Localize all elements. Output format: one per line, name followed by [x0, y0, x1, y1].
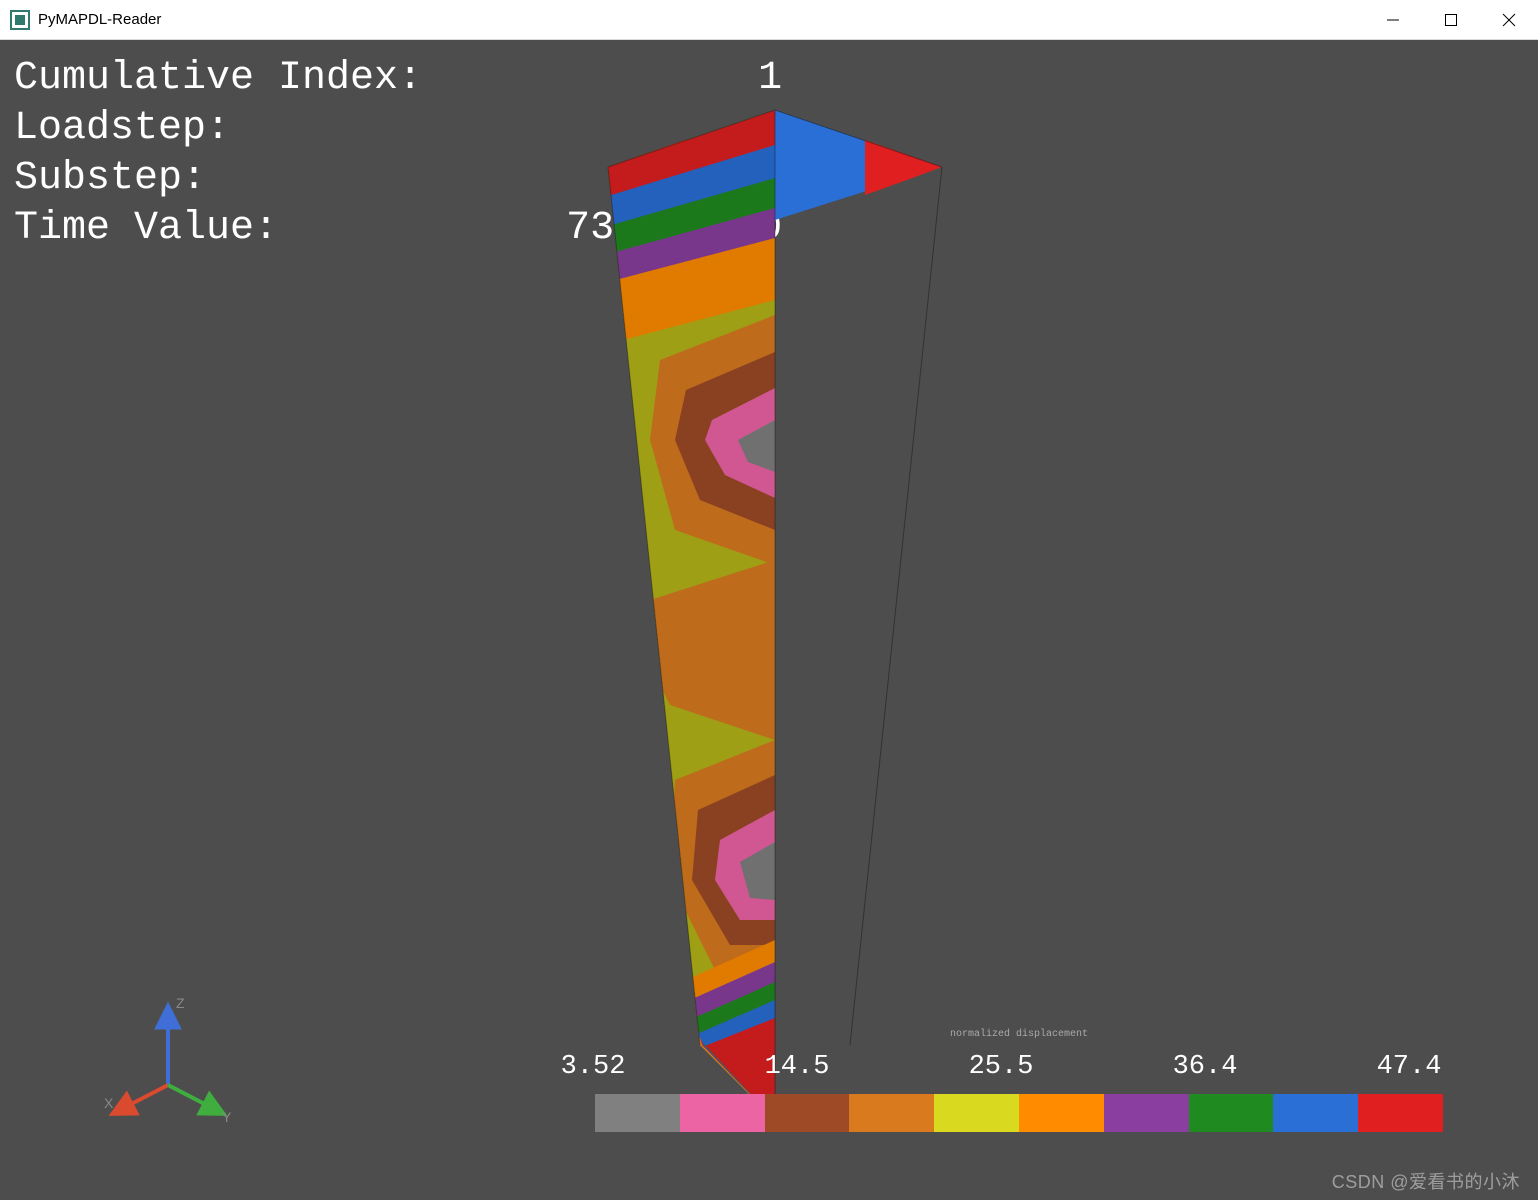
scalar-swatch: [765, 1094, 850, 1132]
scalar-tick: 14.5: [727, 1052, 867, 1082]
info-row: Cumulative Index: 1: [14, 54, 782, 104]
maximize-button[interactable]: [1422, 0, 1480, 40]
scalar-swatch: [1104, 1094, 1189, 1132]
scalar-swatch: [1189, 1094, 1274, 1132]
scalar-tick: 47.4: [1339, 1052, 1479, 1082]
scalar-swatch: [1019, 1094, 1104, 1132]
scalar-swatch: [680, 1094, 765, 1132]
minimize-button[interactable]: [1364, 0, 1422, 40]
window-title: PyMAPDL-Reader: [38, 11, 161, 28]
watermark: CSDN @爱看书的小沐: [1332, 1168, 1520, 1194]
fem-model: [580, 100, 970, 1120]
scalar-tick: 3.52: [523, 1052, 663, 1082]
app-icon: [10, 10, 30, 30]
axis-y-label: Y: [222, 1109, 232, 1125]
scalar-swatch: [1358, 1094, 1443, 1132]
render-viewport[interactable]: Cumulative Index: 1Loadstep: 1Substep: 1…: [0, 40, 1538, 1200]
scalar-swatch: [595, 1094, 680, 1132]
scalar-tick: 25.5: [931, 1052, 1071, 1082]
window-controls: [1364, 0, 1538, 40]
scalar-bar-title: normalized displacement: [950, 1030, 1088, 1040]
scalar-swatch: [934, 1094, 1019, 1132]
close-button[interactable]: [1480, 0, 1538, 40]
scalar-tick: 36.4: [1135, 1052, 1275, 1082]
scalar-bar: normalized displacement 3.5214.525.536.4…: [595, 1052, 1443, 1142]
axis-z-label: Z: [176, 995, 185, 1011]
axis-x-label: X: [104, 1095, 114, 1111]
scalar-swatch: [849, 1094, 934, 1132]
scalar-swatch: [1273, 1094, 1358, 1132]
titlebar: PyMAPDL-Reader: [0, 0, 1538, 40]
axes-triad: Z X Y: [98, 990, 238, 1130]
